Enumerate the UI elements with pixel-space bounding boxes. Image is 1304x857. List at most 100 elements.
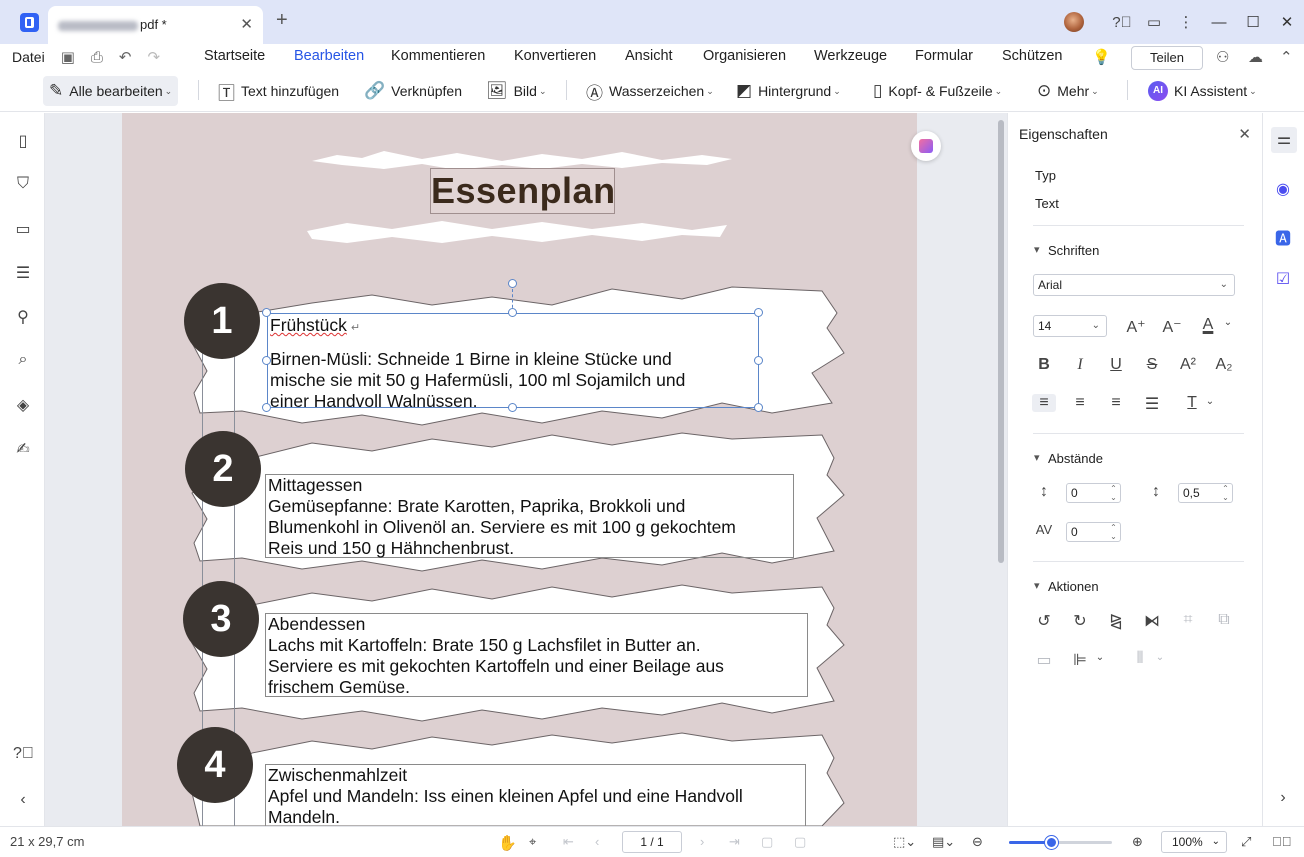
print-icon[interactable]: ⎙ [91,49,103,66]
tab-formular[interactable]: Formular [915,48,973,64]
close-window-button[interactable]: ✕ [1270,13,1304,31]
first-page-icon[interactable]: ⇤ [563,834,574,850]
tab-kommentieren[interactable]: Kommentieren [391,48,485,64]
tab-bearbeiten[interactable]: Bearbeiten [294,48,365,73]
collapse-status-icon[interactable]: ⌄⃝ [1272,834,1292,849]
resize-handle[interactable] [262,356,271,365]
text-block-breakfast[interactable]: Frühstück ↵ Birnen-Müsli: Schneide 1 Birn… [267,313,759,411]
resize-handle[interactable] [754,356,763,365]
chevron-down-icon[interactable]: ⌄ [1088,652,1112,663]
underline-icon[interactable]: U [1104,356,1128,374]
cloud-upload-icon[interactable]: ☁ [1248,48,1263,66]
resize-handle[interactable] [262,308,271,317]
zoom-slider-knob[interactable] [1045,836,1059,849]
spacing-section-toggle[interactable]: Abstände [1034,451,1103,466]
tab-ansicht[interactable]: Ansicht [625,48,673,64]
justify-icon[interactable]: ☰ [1140,394,1164,414]
increase-font-icon[interactable]: A⁺ [1124,317,1148,337]
comment-icon[interactable]: ▭ [13,219,33,239]
link-button[interactable]: 🔗 Verknüpfen [364,76,462,106]
signature-icon[interactable]: ✍ [13,439,33,459]
align-right-icon[interactable]: ≡ [1104,394,1128,412]
image-button[interactable]: 🖼 Bild ⌄ [486,76,547,106]
avatar[interactable] [1064,12,1084,32]
resize-handle[interactable] [262,403,271,412]
translate-icon[interactable]: 🅰 [1271,225,1295,249]
resize-handle[interactable] [754,308,763,317]
decrease-font-icon[interactable]: A⁻ [1160,317,1184,337]
add-text-button[interactable]: 🅃 Text hinzufügen [218,76,339,106]
align-left-icon[interactable]: ≡ [1032,394,1056,412]
paragraph-spacing-input[interactable]: 0,5 [1178,483,1233,503]
next-page-icon[interactable]: › [700,834,704,849]
minimize-button[interactable]: — [1202,14,1236,31]
tab-schuetzen[interactable]: Schützen [1002,48,1062,64]
expand-right-icon[interactable]: › [1271,789,1295,807]
character-spacing-input[interactable]: 0 [1066,522,1121,542]
tab-werkzeuge[interactable]: Werkzeuge [814,48,887,64]
edit-all-button[interactable]: ✎ Alle bearbeiten ⌄ [43,76,179,106]
close-panel-icon[interactable]: ✕ [1238,125,1251,143]
fit-select-icon[interactable]: ⬚⌄ [893,834,916,850]
text-block-snack[interactable]: Zwischenmahlzeit Apfel und Mandeln: Iss … [265,764,806,826]
attachment-icon[interactable]: ⚲ [13,307,33,327]
layers-stack-icon[interactable]: ☰ [13,263,33,283]
check-task-icon[interactable]: ☑ [1271,269,1295,289]
chevron-down-icon[interactable]: ⌄ [1198,396,1222,407]
rotate-page-right-icon[interactable]: ▢ [794,834,806,850]
document-canvas[interactable]: Essenplan 1 Frühstück ↵ Birnen-Müsli: Sch… [45,113,1007,826]
header-footer-button[interactable]: ▯ Kopf- & Fußzeile ⌄ [873,76,1002,106]
text-block-dinner[interactable]: Abendessen Lachs mit Kartoffeln: Brate 1… [265,613,808,697]
close-tab-icon[interactable]: ✕ [240,15,253,33]
message-icon[interactable]: ▭ [1138,13,1170,31]
vertical-scrollbar[interactable] [998,120,1004,563]
chevron-down-icon[interactable]: ⌄ [1216,317,1240,328]
resize-handle[interactable] [754,403,763,412]
font-size-select[interactable]: 14 ⌄ [1033,315,1107,337]
properties-sliders-icon[interactable]: ⚌ [1271,127,1297,153]
help-icon[interactable]: ?⃝ [13,745,34,763]
strikethrough-icon[interactable]: S [1140,356,1164,374]
subscript-icon[interactable]: A₂ [1212,356,1236,374]
resize-handle[interactable] [508,308,517,317]
new-tab-button[interactable]: + [276,9,288,32]
background-button[interactable]: ◩ Hintergrund ⌄ [736,76,841,106]
fonts-section-toggle[interactable]: Schriften [1034,243,1099,258]
lightbulb-icon[interactable]: 💡 [1092,48,1111,66]
rotate-left-icon[interactable]: ↺ [1032,611,1056,631]
hand-tool-icon[interactable]: ✋ [498,834,517,852]
ai-float-button[interactable] [911,131,941,161]
italic-icon[interactable]: I [1068,356,1092,374]
page-view-icon[interactable]: ▤⌄ [932,834,955,850]
flip-vertical-icon[interactable]: ⧑ [1140,611,1164,631]
text-block-lunch[interactable]: Mittagessen Gemüsepfanne: Brate Karotten… [265,474,794,558]
share-button[interactable]: Teilen [1131,46,1203,70]
resize-handle[interactable] [508,403,517,412]
ai-assistant-button[interactable]: AI KI Assistent ⌄ [1148,76,1257,106]
rotate-page-icon[interactable]: ▢ [761,834,773,850]
bookmark-icon[interactable]: ⛉ [13,175,33,193]
superscript-icon[interactable]: A² [1176,356,1200,374]
rotate-right-icon[interactable]: ↻ [1068,611,1092,631]
more-button[interactable]: ⊙ Mehr ⌄ [1037,76,1099,106]
page-thumbnail-icon[interactable]: ▯ [13,131,33,151]
save-icon[interactable]: ▣ [61,48,75,66]
search-icon[interactable]: ⌕ [13,351,33,369]
actions-section-toggle[interactable]: Aktionen [1034,579,1098,594]
select-tool-icon[interactable]: ⌖ [529,834,536,850]
file-menu[interactable]: Datei [12,49,45,65]
zoom-slider[interactable] [1009,836,1112,849]
more-vertical-icon[interactable]: ⋮ [1170,13,1202,31]
line-spacing-input[interactable]: 0 [1066,483,1121,503]
document-tab[interactable]: pdf * ✕ [48,6,263,44]
zoom-select[interactable]: 100% ⌄ [1161,831,1227,853]
bold-icon[interactable]: B [1032,356,1056,374]
redo-icon[interactable]: ↷ [147,48,160,66]
share-tree-icon[interactable]: ⚇ [1216,48,1229,66]
flip-horizontal-icon[interactable]: ⧎ [1104,611,1128,631]
align-center-icon[interactable]: ≡ [1068,394,1092,412]
tab-organisieren[interactable]: Organisieren [703,48,786,64]
rotate-handle[interactable] [508,279,517,288]
help-icon[interactable]: ?⃝ [1106,14,1138,31]
maximize-button[interactable]: ☐ [1236,13,1270,31]
